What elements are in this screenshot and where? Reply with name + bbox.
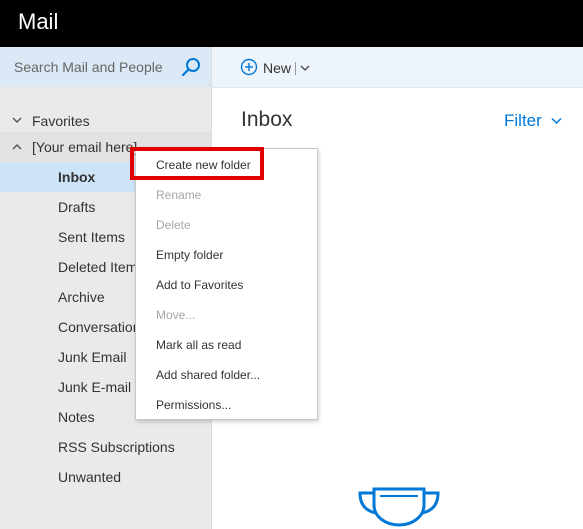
folder-label: RSS Subscriptions: [58, 439, 175, 455]
menu-item-permissions[interactable]: Permissions...: [136, 390, 317, 420]
menu-item-mark-all-as-read[interactable]: Mark all as read: [136, 330, 317, 360]
folder-label: Notes: [58, 409, 95, 425]
menu-item-delete: Delete: [156, 218, 191, 232]
divider: [295, 62, 296, 75]
folder-label: Sent Items: [58, 229, 125, 245]
folder-label: Junk Email: [58, 349, 127, 365]
annotation-highlight-box: [130, 147, 264, 180]
folder-label: Inbox: [58, 169, 96, 185]
trophy-icon: [358, 487, 440, 527]
folder-label: Deleted Items: [58, 259, 145, 275]
search-icon[interactable]: [180, 57, 202, 79]
menu-item-rename: Rename: [156, 188, 202, 202]
search-input[interactable]: [0, 47, 189, 87]
folder-label: Drafts: [58, 199, 96, 215]
account-label: [Your email here]: [32, 139, 138, 155]
folder-label: Unwanted: [58, 469, 122, 485]
folder-unwanted[interactable]: Unwanted: [0, 462, 211, 492]
menu-item-add-shared-folder[interactable]: Add shared folder...: [136, 360, 317, 390]
chevron-down-icon[interactable]: [551, 117, 562, 125]
add-circle-icon[interactable]: [240, 58, 258, 76]
folder-label: Junk E-mail: [58, 379, 132, 395]
app-title: Mail: [18, 9, 59, 34]
folder-rss-subscriptions[interactable]: RSS Subscriptions: [0, 432, 211, 462]
new-button-label: New: [263, 60, 292, 76]
chevron-down-icon[interactable]: [300, 63, 310, 73]
folder-title: Inbox: [241, 108, 293, 131]
command-bar: New: [212, 47, 583, 88]
folder-label: Archive: [58, 289, 105, 305]
folder-context-menu: Create new folder Rename Delete Empty fo…: [135, 148, 318, 420]
menu-item-empty-folder[interactable]: Empty folder: [136, 240, 317, 270]
search-box[interactable]: [0, 47, 211, 87]
chevron-up-icon[interactable]: [11, 132, 23, 162]
menu-item-move: Move...: [156, 308, 196, 322]
menu-item-add-to-favorites[interactable]: Add to Favorites: [136, 270, 317, 300]
filter-button[interactable]: Filter: [504, 111, 542, 131]
app-header: Mail: [0, 0, 583, 47]
